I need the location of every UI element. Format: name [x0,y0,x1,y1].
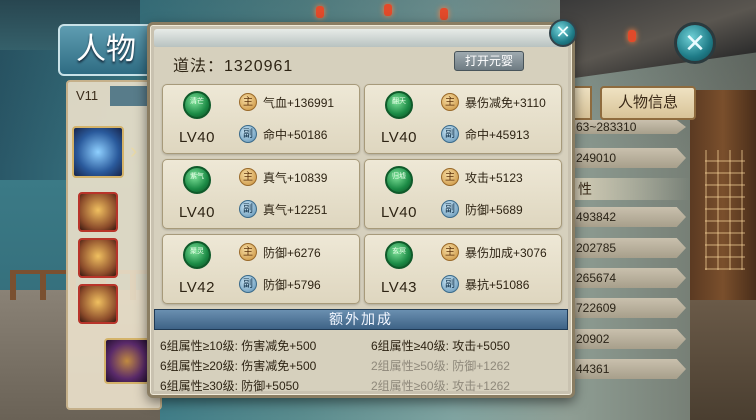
card-level: LV42 [179,279,215,296]
attributes-heading: 性 [570,178,690,200]
daofa-card[interactable]: 玄冥 LV43 主 暴伤加成+3076 副 暴抗+51086 [364,234,562,304]
chevron-right-icon[interactable]: › [130,138,137,164]
main-tag-icon: 主 [441,93,459,111]
main-tag-icon: 主 [239,93,257,111]
gem-icon: 归墟 [385,166,413,194]
main-attribute: 防御+6276 [263,246,321,260]
sub-attribute: 命中+45913 [465,128,530,142]
main-attribute: 暴伤减免+3110 [465,96,546,110]
main-attribute: 气血+136991 [263,96,335,110]
stat-value: 493842 [570,207,686,227]
gem-icon: 玄冥 [385,241,413,269]
sub-tag-icon: 副 [441,125,459,143]
lantern-icon [384,4,392,16]
stat-value: 202785 [570,238,686,258]
main-tag-icon: 主 [441,243,459,261]
stat-value: 722609 [570,298,686,318]
main-tag-icon: 主 [239,168,257,186]
daofa-value: 1320961 [224,58,294,75]
modal-header-strip [154,29,568,47]
bonus-line: 6组属性≥30级: 防御+5050 [160,379,299,393]
gem-icon: 翻天 [385,91,413,119]
weapon-slot-icon[interactable] [72,126,124,178]
stat-value: 249010 [570,148,686,168]
wing-slot-icon[interactable] [78,238,118,278]
card-level: LV40 [179,129,215,146]
daofa-card[interactable]: 聚灵 LV42 主 防御+6276 副 防御+5796 [162,234,360,304]
close-icon: ✕ [555,22,571,42]
bonus-line: 2组属性≥50级: 防御+1262 [371,359,510,373]
close-modal-button[interactable]: ✕ [549,19,577,47]
main-attribute: 攻击+5123 [465,171,523,185]
gem-icon: 清芒 [183,91,211,119]
vip-level: V11 [76,88,99,103]
sub-tag-icon: 副 [441,275,459,293]
main-tag-icon: 主 [239,243,257,261]
stat-value: 44361 [570,359,686,379]
gem-icon: 聚灵 [183,241,211,269]
daofa-card[interactable]: 紫气 LV40 主 真气+10839 副 真气+12251 [162,159,360,229]
right-roof [560,0,756,81]
right-floor [690,300,756,420]
daofa-card[interactable]: 归墟 LV40 主 攻击+5123 副 防御+5689 [364,159,562,229]
sub-attribute: 真气+12251 [263,203,328,217]
bonus-line: 6组属性≥10级: 伤害减免+500 [160,339,317,353]
panel-strip [110,86,150,106]
sub-attribute: 命中+50186 [263,128,328,142]
lattice-window [705,150,745,270]
close-icon: ✕ [684,28,706,58]
card-level: LV40 [381,129,417,146]
card-level: LV40 [381,204,417,221]
stat-value: 63~283310 [570,120,686,134]
lantern-icon [628,30,636,42]
sub-attribute: 防御+5796 [263,278,321,292]
armor-slot-icon[interactable] [78,192,118,232]
bonus-line: 6组属性≥40级: 攻击+5050 [371,339,510,353]
daofa-card[interactable]: 翻天 LV40 主 暴伤减免+3110 副 命中+45913 [364,84,562,154]
ring-slot-icon[interactable] [104,338,150,384]
sub-tag-icon: 副 [441,200,459,218]
stat-value: 265674 [570,268,686,288]
stat-value: 20902 [570,329,686,349]
sub-tag-icon: 副 [239,125,257,143]
lantern-icon [440,8,448,20]
sub-tag-icon: 副 [239,275,257,293]
main-attribute: 暴伤加成+3076 [465,246,547,260]
card-level: LV40 [179,204,215,221]
open-yuanying-button[interactable]: 打开元婴 [454,51,524,71]
daofa-card[interactable]: 清芒 LV40 主 气血+136991 副 命中+50186 [162,84,360,154]
bonus-line: 2组属性≥60级: 攻击+1262 [371,379,510,393]
bonus-line: 6组属性≥20级: 伤害减免+500 [160,359,317,373]
daofa-total: 道法：1320961 [173,52,293,76]
gem-icon: 紫气 [183,166,211,194]
daofa-label: 道法： [173,58,225,75]
bonus-title-bar: 额外加成 [154,309,568,330]
lantern-icon [316,6,324,18]
close-screen-button[interactable]: ✕ [674,22,716,64]
sub-attribute: 防御+5689 [465,203,523,217]
sub-tag-icon: 副 [239,200,257,218]
boots-slot-icon[interactable] [78,284,118,324]
card-level: LV43 [381,279,417,296]
main-tag-icon: 主 [441,168,459,186]
sub-attribute: 暴抗+51086 [465,278,530,292]
tab-character-info[interactable]: 人物信息 [600,86,696,120]
main-attribute: 真气+10839 [263,171,328,185]
